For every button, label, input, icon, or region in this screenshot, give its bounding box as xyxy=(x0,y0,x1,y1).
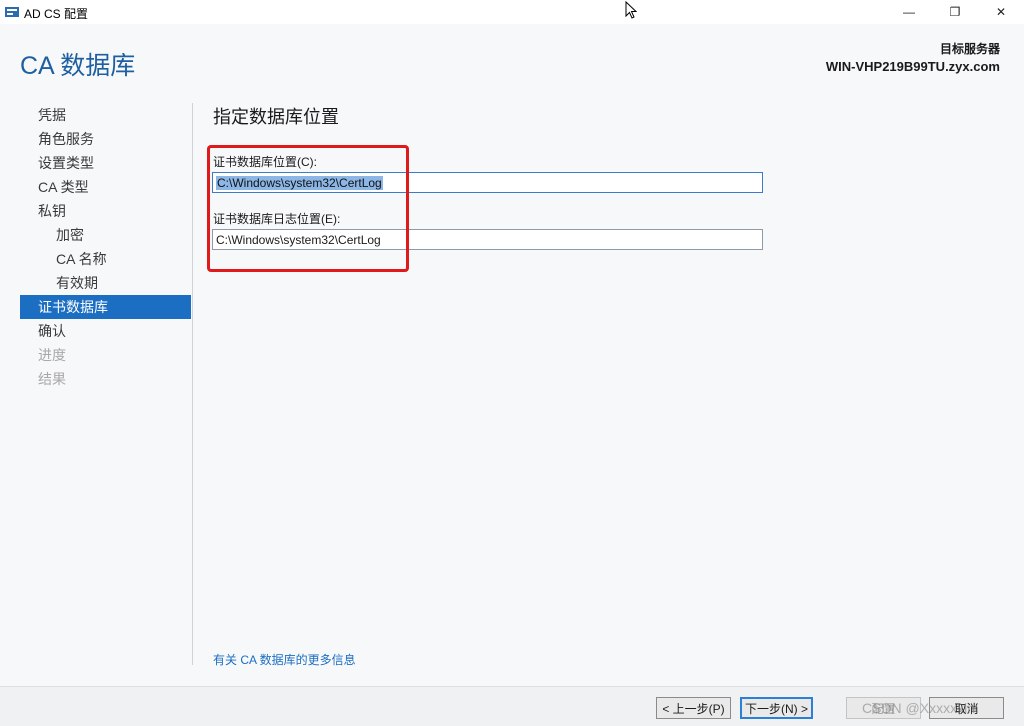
window-title: AD CS 配置 xyxy=(24,7,89,21)
previous-button[interactable]: < 上一步(P) xyxy=(656,697,731,719)
nav-item-role-services[interactable]: 角色服务 xyxy=(20,127,191,151)
nav-item-cryptography[interactable]: 加密 xyxy=(20,223,191,247)
nav-item-confirmation[interactable]: 确认 xyxy=(20,319,191,343)
nav-item-setup-type[interactable]: 设置类型 xyxy=(20,151,191,175)
nav-item-ca-type[interactable]: CA 类型 xyxy=(20,175,191,199)
nav-item-progress: 进度 xyxy=(38,347,66,363)
target-server-label: 目标服务器 xyxy=(939,42,1000,56)
nav-item-credentials[interactable]: 凭据 xyxy=(20,103,191,127)
nav-item-validity-period[interactable]: 有效期 xyxy=(20,271,191,295)
target-server-name: WIN-VHP219B99TU.zyx.com xyxy=(825,59,1000,74)
section-heading: 指定数据库位置 xyxy=(213,107,339,127)
maximize-button[interactable]: ❐ xyxy=(932,0,978,24)
nav-item-ca-name[interactable]: CA 名称 xyxy=(20,247,191,271)
title-bar: AD CS 配置 — ❐ ✕ xyxy=(0,0,1024,24)
nav-item-results: 结果 xyxy=(38,371,66,387)
server-manager-icon xyxy=(5,7,19,17)
red-highlight-box xyxy=(207,145,409,272)
close-icon: ✕ xyxy=(995,5,1007,19)
nav-divider xyxy=(192,103,193,665)
minimize-icon: — xyxy=(903,5,915,19)
watermark-text: CSDN @Xxxxxxin. xyxy=(862,700,979,716)
maximize-icon: ❐ xyxy=(949,5,961,19)
mouse-cursor-icon xyxy=(625,1,637,19)
close-button[interactable]: ✕ xyxy=(978,0,1024,24)
next-button[interactable]: 下一步(N) > xyxy=(740,697,813,719)
nav-item-private-key[interactable]: 私钥 xyxy=(20,199,191,223)
minimize-button[interactable]: — xyxy=(886,0,932,24)
wizard-nav: 凭据 角色服务 设置类型 CA 类型 私钥 加密 CA 名称 有效期 证书数据库… xyxy=(20,103,191,391)
nav-item-certificate-database[interactable]: 证书数据库 xyxy=(20,295,191,319)
more-info-link[interactable]: 有关 CA 数据库的更多信息 xyxy=(213,651,356,668)
page-title: CA 数据库 xyxy=(20,52,136,80)
